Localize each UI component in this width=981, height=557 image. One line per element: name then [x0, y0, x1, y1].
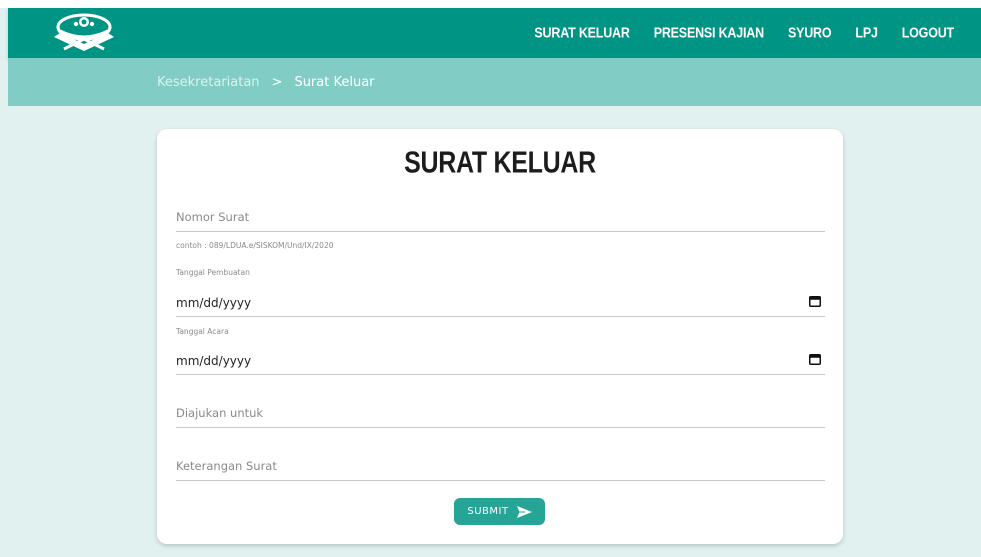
diajukan-untuk-placeholder: Diajukan untuk	[176, 406, 264, 420]
submit-button[interactable]: SUBMIT	[454, 498, 545, 525]
form-card: SURAT KELUAR Nomor Surat contoh : 089/LD…	[157, 129, 843, 544]
tanggal-acara-label: Tanggal Acara	[176, 327, 229, 336]
quran-stand-logo-icon[interactable]	[50, 11, 118, 55]
tanggal-pembuatan-field[interactable]: mm/dd/yyyy	[176, 282, 825, 317]
top-gap	[0, 0, 981, 8]
breadcrumb-bar: Kesekretariatan > Surat Keluar	[8, 58, 981, 106]
breadcrumb-item-current: Surat Keluar	[294, 74, 375, 90]
nomor-surat-placeholder: Nomor Surat	[176, 210, 250, 224]
page-title: SURAT KELUAR	[404, 145, 596, 180]
tanggal-acara-field[interactable]: mm/dd/yyyy	[176, 341, 825, 375]
send-icon	[516, 505, 532, 518]
nav-link-logout[interactable]: LOGOUT	[902, 25, 954, 41]
calendar-icon[interactable]	[809, 296, 821, 307]
nav-link-presensi-kajian[interactable]: PRESENSI KAJIAN	[654, 25, 764, 41]
tanggal-pembuatan-value: mm/dd/yyyy	[176, 296, 252, 310]
diajukan-untuk-field[interactable]: Diajukan untuk	[176, 393, 825, 428]
nav-links: SURAT KELUAR PRESENSI KAJIAN SYURO LPJ L…	[534, 8, 981, 58]
nav-link-surat-keluar[interactable]: SURAT KELUAR	[534, 25, 629, 41]
breadcrumb-separator: >	[271, 74, 283, 90]
submit-button-label: SUBMIT	[467, 506, 509, 517]
navbar: SURAT KELUAR PRESENSI KAJIAN SYURO LPJ L…	[8, 8, 981, 58]
keterangan-surat-placeholder: Keterangan Surat	[176, 459, 277, 473]
tanggal-pembuatan-label: Tanggal Pembuatan	[176, 268, 250, 277]
breadcrumb: Kesekretariatan > Surat Keluar	[157, 58, 375, 106]
breadcrumb-item-kesekretariatan[interactable]: Kesekretariatan	[157, 75, 260, 90]
calendar-icon[interactable]	[809, 354, 821, 365]
keterangan-surat-field[interactable]: Keterangan Surat	[176, 447, 825, 481]
nav-link-lpj[interactable]: LPJ	[855, 25, 878, 41]
nomor-surat-helper-text: contoh : 089/LDUA.e/SISKOM/Und/IX/2020	[176, 241, 334, 250]
nav-link-syuro[interactable]: SYURO	[788, 25, 832, 41]
nomor-surat-field[interactable]: Nomor Surat	[176, 199, 825, 232]
tanggal-acara-value: mm/dd/yyyy	[176, 354, 252, 368]
